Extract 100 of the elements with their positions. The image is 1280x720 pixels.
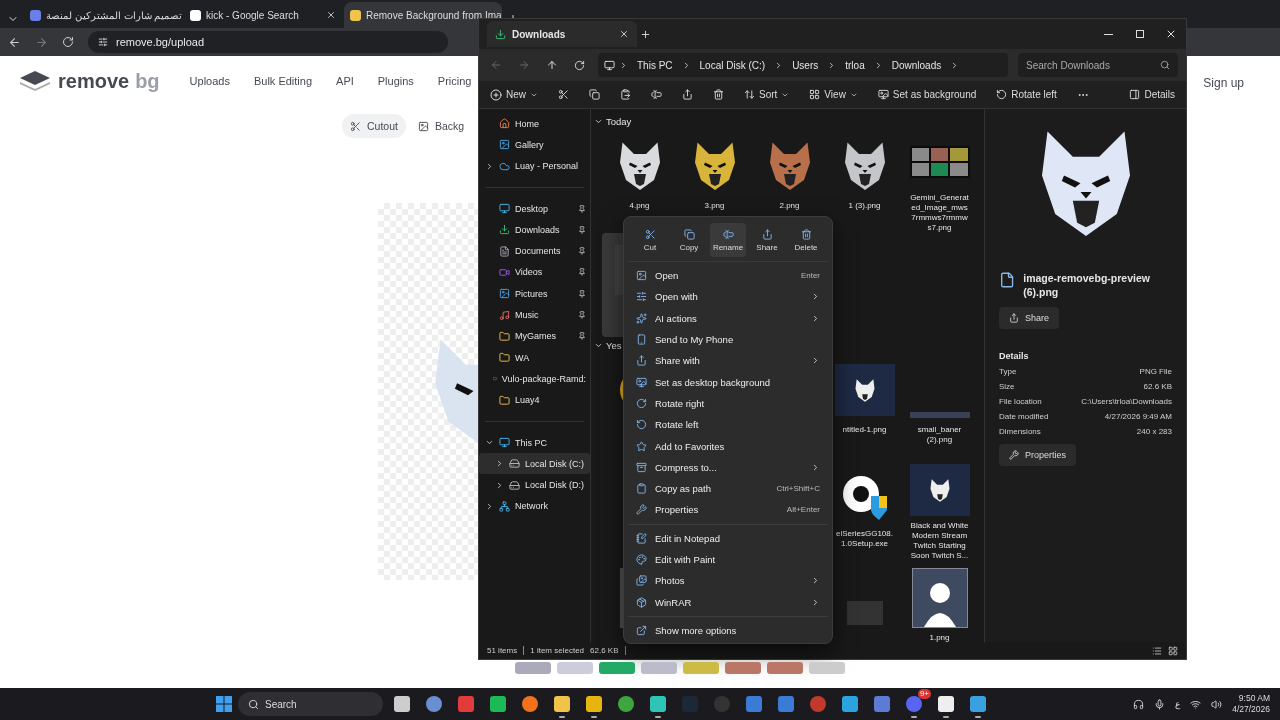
- sidebar-item[interactable]: Gallery: [479, 134, 590, 156]
- file-name: Black and White Modern Stream Twitch Starting Soon Twitch S...: [909, 521, 970, 561]
- folder-icon: [499, 330, 510, 342]
- sidebar-item[interactable]: MyGames: [479, 325, 590, 347]
- sidebar-item[interactable]: Home: [479, 113, 590, 135]
- sort-button[interactable]: Sort: [741, 86, 793, 103]
- image-grid-thumbnail: [909, 146, 970, 178]
- grid-icon: [809, 89, 821, 100]
- sign-up-link[interactable]: Sign up: [1191, 70, 1256, 96]
- site-logo[interactable]: remove bg: [20, 69, 160, 93]
- sidebar-label: Home: [515, 118, 540, 129]
- file-icon: [999, 271, 1016, 289]
- share-icon: [761, 228, 773, 240]
- menu-action-button[interactable]: Copy: [671, 223, 707, 257]
- breadcrumb-item[interactable]: This PC: [632, 59, 678, 71]
- browser-tab[interactable]: kick - Google Search: [184, 2, 342, 28]
- detail-value: 4/27/2026 9:49 AM: [1104, 412, 1172, 422]
- sidebar-item[interactable]: This PC: [479, 431, 590, 454]
- nav-link[interactable]: Uploads: [189, 75, 230, 87]
- folder-icon: [499, 352, 510, 364]
- sidebar-item[interactable]: Local Disk (D:): [479, 474, 590, 496]
- toolbar-button[interactable]: [586, 86, 603, 103]
- sidebar-label: Documents: [515, 246, 562, 257]
- sidebar-item[interactable]: Luay - Personal: [479, 155, 590, 177]
- home-icon: [499, 118, 510, 130]
- language-indicator[interactable]: ع: [1175, 699, 1181, 709]
- clipboard-icon: [636, 483, 647, 495]
- notepad-icon: [636, 532, 647, 544]
- menu-item[interactable]: AI actions: [628, 307, 828, 329]
- sidebar-item[interactable]: Network: [479, 495, 590, 518]
- menu-item[interactable]: WinRAR: [628, 591, 828, 613]
- menu-item[interactable]: Properties Alt+Enter: [628, 499, 828, 521]
- details-button[interactable]: Details: [1126, 86, 1178, 103]
- breadcrumb-item[interactable]: Local Disk (C:): [694, 59, 771, 71]
- menu-item[interactable]: Photos: [628, 570, 828, 592]
- set-background-button[interactable]: Set as background: [874, 86, 980, 103]
- sidebar-item[interactable]: Documents: [479, 240, 590, 262]
- menu-item[interactable]: Add to Favorites: [628, 435, 828, 457]
- menu-item[interactable]: Send to My Phone: [628, 328, 828, 351]
- menu-action-button[interactable]: Delete: [788, 223, 824, 257]
- item-count: 51 items: [487, 646, 525, 655]
- microphone-icon: [1154, 698, 1166, 710]
- nav-link[interactable]: API: [336, 75, 354, 87]
- taskbar-search[interactable]: Search: [238, 692, 383, 716]
- close-icon: [326, 10, 336, 20]
- menu-action-button[interactable]: Rename: [710, 223, 746, 257]
- rotate-left-button[interactable]: Rotate left: [993, 86, 1060, 103]
- view-button[interactable]: View: [806, 86, 861, 103]
- properties-button[interactable]: Properties: [999, 444, 1077, 467]
- explorer-tab[interactable]: Downloads: [487, 21, 637, 47]
- file-name: 4.png: [628, 201, 651, 211]
- menu-action-button[interactable]: Cut: [632, 223, 668, 257]
- menu-item[interactable]: Set as desktop background: [628, 371, 828, 393]
- menu-item[interactable]: Open with: [628, 286, 828, 308]
- sidebar-item[interactable]: Desktop: [479, 197, 590, 220]
- menu-item[interactable]: Compress to...: [628, 456, 828, 478]
- sidebar-item[interactable]: Vulo-package-Ramd:: [479, 368, 590, 390]
- reload-button[interactable]: [62, 36, 74, 48]
- sidebar-item[interactable]: WA: [479, 346, 590, 369]
- mode-tab[interactable]: Backg: [409, 114, 473, 138]
- group-header: Today: [606, 115, 632, 127]
- menu-item[interactable]: Edit with Paint: [628, 548, 828, 571]
- sidebar-item[interactable]: Downloads: [479, 219, 590, 241]
- breadcrumb-item[interactable]: trloa: [840, 59, 870, 71]
- nav-link[interactable]: Bulk Editing: [253, 75, 313, 87]
- nav-link[interactable]: Plugins: [377, 75, 414, 87]
- nav-link[interactable]: Pricing: [437, 75, 472, 87]
- phone-icon: [636, 334, 647, 346]
- file-name: 1.png: [928, 633, 951, 642]
- chevron-right-icon: [485, 161, 494, 171]
- volume-icon: [1211, 698, 1223, 710]
- document-icon: [499, 245, 510, 257]
- breadcrumb-item[interactable]: Downloads: [886, 59, 947, 71]
- new-button[interactable]: New: [487, 85, 541, 104]
- sidebar-item[interactable]: Luay4: [479, 389, 590, 411]
- forward-button[interactable]: [35, 35, 48, 49]
- back-button[interactable]: [8, 35, 21, 49]
- menu-item[interactable]: Show more options: [628, 619, 828, 642]
- menu-item[interactable]: Copy as path Ctrl+Shift+C: [628, 477, 828, 500]
- menu-item[interactable]: Share with: [628, 350, 828, 372]
- sidebar-item[interactable]: Videos: [479, 261, 590, 284]
- menu-action-button[interactable]: Share: [749, 223, 785, 257]
- clock[interactable]: 9:50 AM 4/27/2026: [1232, 692, 1270, 716]
- sidebar-item[interactable]: Pictures: [479, 283, 590, 305]
- detail-value: 62.6 KB: [1143, 382, 1172, 392]
- menu-item[interactable]: Edit in Notepad: [628, 527, 828, 549]
- mode-tab[interactable]: Cutout: [342, 114, 406, 138]
- breadcrumb-item[interactable]: Users: [787, 59, 824, 71]
- menu-item[interactable]: Rotate right: [628, 392, 828, 415]
- back-icon: [490, 59, 502, 71]
- search-field[interactable]: Search Downloads: [1018, 53, 1178, 77]
- address-field[interactable]: remove.bg/upload: [88, 31, 448, 53]
- menu-item[interactable]: Open Enter: [628, 265, 828, 287]
- rotate-left-icon: [636, 419, 647, 431]
- share-button[interactable]: Share: [999, 307, 1060, 330]
- sidebar-item[interactable]: Local Disk (C:): [479, 453, 590, 475]
- sidebar-item[interactable]: Music: [479, 304, 590, 326]
- menu-item[interactable]: Rotate left: [628, 414, 828, 436]
- site-favicon: [350, 9, 361, 21]
- start-icon[interactable]: [216, 696, 232, 712]
